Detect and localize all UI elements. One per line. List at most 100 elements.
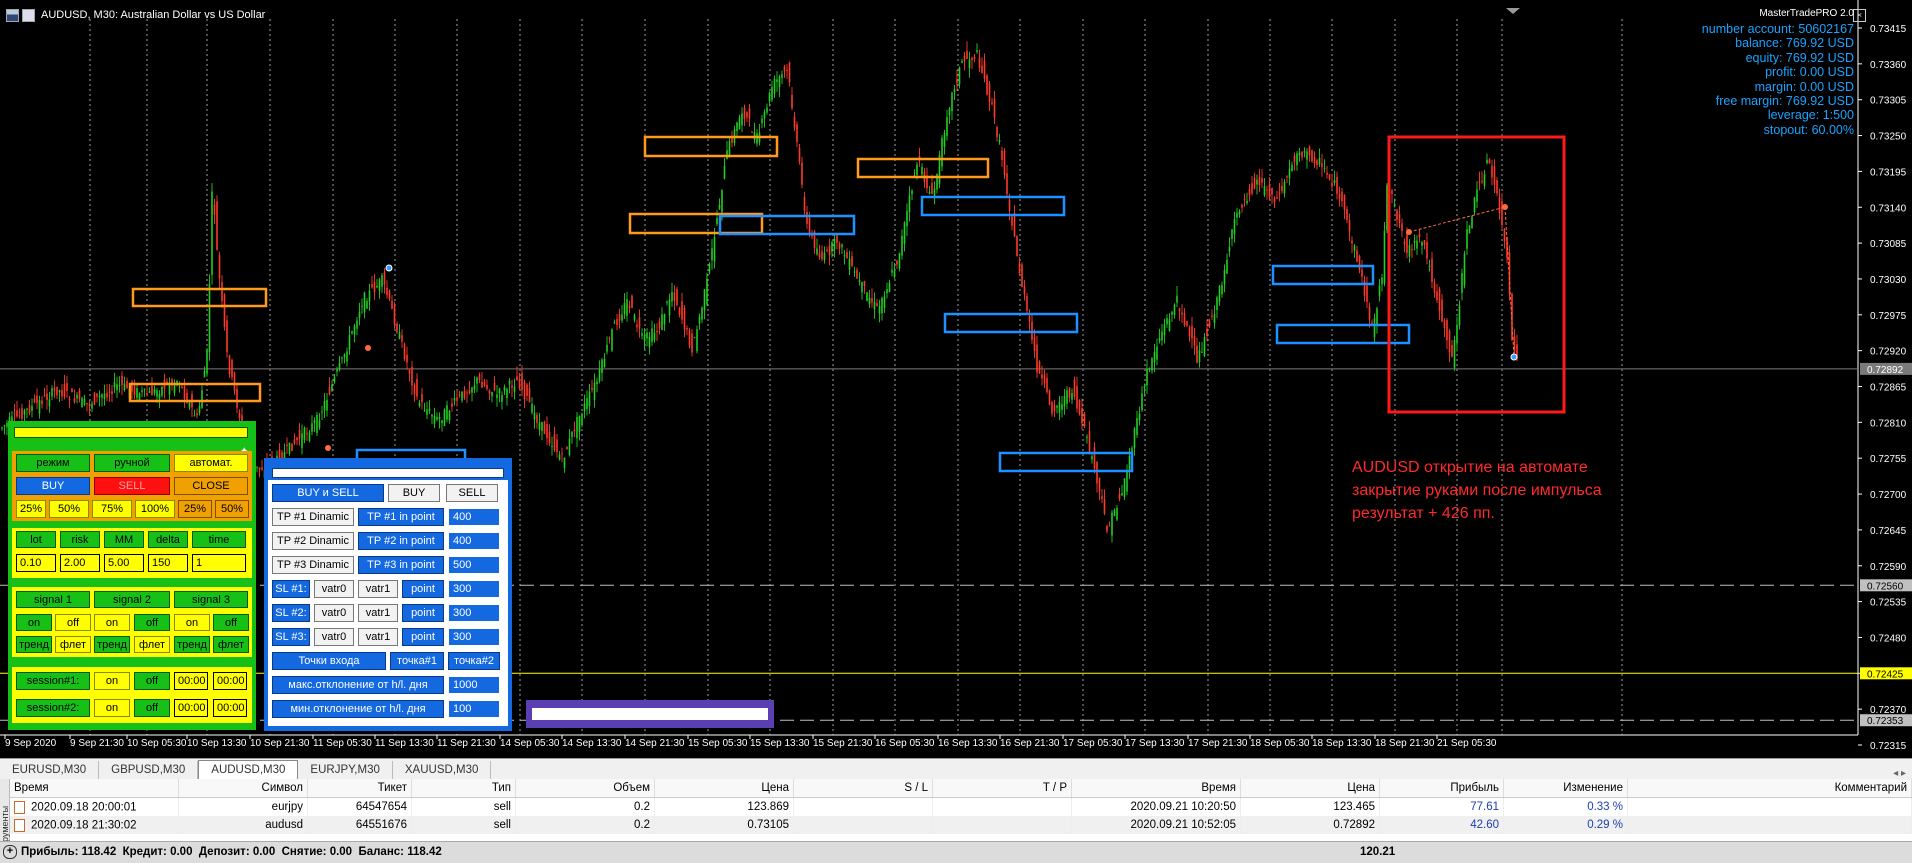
sl2-vatr0-button[interactable]: vatr0 [314,604,354,622]
auto-mode-button[interactable]: автомат. [174,454,248,472]
tp3-points-button[interactable]: TP #3 in point [358,556,444,574]
sl2-value[interactable]: 300 [448,604,500,622]
sell-button[interactable]: SELL [94,477,170,495]
signal-3-trend[interactable]: тренд [174,636,210,653]
session-2-start[interactable]: 00:00 [174,699,208,717]
table-row[interactable]: 2020.09.18 20:00:01 eurjpy 64547654 sell 0.2… [10,797,1912,816]
min-deviation-value[interactable]: 100 [448,700,500,718]
tab-eurusd[interactable]: EURUSD,M30 [0,761,100,779]
close-pct-50-button[interactable]: 50% [49,500,89,518]
buy-only-button[interactable]: BUY [388,484,440,502]
signal-3-flat[interactable]: флет [213,636,249,653]
sl3-vatr0-button[interactable]: vatr0 [314,628,354,646]
column-header[interactable]: Цена [654,779,794,798]
session-1-off[interactable]: off [134,672,170,690]
column-header[interactable]: Комментарий [1627,779,1912,798]
sl3-vatr1-button[interactable]: vatr1 [358,628,398,646]
column-header[interactable]: Время [10,779,179,798]
session-2-on[interactable]: on [94,699,130,717]
column-header[interactable]: S / L [793,779,933,798]
column-header[interactable]: Тикет [307,779,412,798]
candle-body [826,249,828,251]
sl1-point-button[interactable]: point [402,580,444,598]
close-pct-25-button[interactable]: 25% [16,500,46,518]
close-icon[interactable]: × [1853,9,1866,22]
column-header[interactable]: Объем [515,779,655,798]
lot-input[interactable]: 0.10 [16,554,56,572]
session-1-start[interactable]: 00:00 [174,672,208,690]
tp3-value[interactable]: 500 [448,556,500,574]
session-1-end[interactable]: 00:00 [213,672,247,690]
session-1-on[interactable]: on [94,672,130,690]
table-cell: eurjpy [178,797,308,816]
signal-2-flat[interactable]: флет [134,636,170,653]
manual-mode-button[interactable]: ручной [94,454,170,472]
column-header[interactable]: Изменение [1503,779,1628,798]
column-header[interactable]: Цена [1240,779,1380,798]
tab-xauusd[interactable]: XAUUSD,M30 [393,761,492,779]
time-input[interactable]: 1 [192,554,246,572]
signal-1-trend[interactable]: тренд [16,636,52,653]
signal-2-button[interactable]: signal 2 [94,591,170,608]
tp1-value[interactable]: 400 [448,508,500,526]
session-2-end[interactable]: 00:00 [213,699,247,717]
tab-gbpusd[interactable]: GBPUSD,M30 [99,761,199,779]
tabs-scroll-icon[interactable]: ◂ ▸ [1893,768,1912,779]
tp1-dynamic-button[interactable]: TP #1 Dinamic [272,508,354,526]
signal-1-on[interactable]: on [16,614,52,631]
signal-3-button[interactable]: signal 3 [174,591,248,608]
close-pct-75-button[interactable]: 75% [92,500,132,518]
partial-25-button[interactable]: 25% [178,500,212,518]
sl2-point-button[interactable]: point [402,604,444,622]
sl3-point-button[interactable]: point [402,628,444,646]
delta-input[interactable]: 150 [148,554,188,572]
signal-2-off[interactable]: off [134,614,170,631]
price-tick-label: 0.73415 [1870,24,1907,35]
column-header[interactable]: Время [1071,779,1241,798]
candle-body [746,112,748,118]
partial-50-button[interactable]: 50% [215,500,249,518]
panel-right-header[interactable] [272,468,504,478]
column-header[interactable]: T / P [932,779,1072,798]
signal-2-trend[interactable]: тренд [94,636,130,653]
signal-1-button[interactable]: signal 1 [16,591,90,608]
entry-point-2-button[interactable]: точка#2 [448,652,500,670]
candle-body [33,398,36,403]
signal-3-off[interactable]: off [213,614,249,631]
tp3-dynamic-button[interactable]: TP #3 Dinamic [272,556,354,574]
tp2-dynamic-button[interactable]: TP #2 Dinamic [272,532,354,550]
sl3-value[interactable]: 300 [448,628,500,646]
sl2-vatr1-button[interactable]: vatr1 [358,604,398,622]
max-deviation-value[interactable]: 1000 [448,676,500,694]
tp2-value[interactable]: 400 [448,532,500,550]
column-header[interactable]: Прибыль [1379,779,1504,798]
signal-1-off[interactable]: off [55,614,91,631]
tp1-points-button[interactable]: TP #1 in point [358,508,444,526]
sl1-vatr1-button[interactable]: vatr1 [358,580,398,598]
entry-points-button[interactable]: Точки входа [272,652,386,670]
sell-only-button[interactable]: SELL [446,484,498,502]
tab-audusd[interactable]: AUDUSD,M30 [198,760,299,779]
buy-button[interactable]: BUY [16,477,90,495]
close-pct-100-button[interactable]: 100% [135,500,175,518]
candle-body [951,92,953,112]
table-row[interactable]: 2020.09.18 21:30:02 audusd 64551676 sell 0.2… [10,816,1912,834]
tab-eurjpy[interactable]: EURJPY,M30 [298,761,393,779]
close-button[interactable]: CLOSE [174,477,248,495]
panel-header-bar[interactable] [14,427,248,438]
tp2-points-button[interactable]: TP #2 in point [358,532,444,550]
column-header[interactable]: Тип [411,779,516,798]
sl1-vatr0-button[interactable]: vatr0 [314,580,354,598]
candle-body [188,402,191,408]
signal-3-on[interactable]: on [174,614,210,631]
session-2-off[interactable]: off [134,699,170,717]
entry-point-1-button[interactable]: точка#1 [390,652,444,670]
chart-area[interactable]: 9 Sep 2020 9 Sep 21:30 10 Sep 05:30 10 Sep … [0,0,1912,758]
signal-2-on[interactable]: on [94,614,130,631]
mm-input[interactable]: 5.00 [104,554,144,572]
signal-1-flat[interactable]: флет [55,636,91,653]
sl1-value[interactable]: 300 [448,580,500,598]
column-header[interactable]: Символ [178,779,308,798]
buy-and-sell-button[interactable]: BUY и SELL [272,484,384,502]
risk-input[interactable]: 2.00 [60,554,100,572]
